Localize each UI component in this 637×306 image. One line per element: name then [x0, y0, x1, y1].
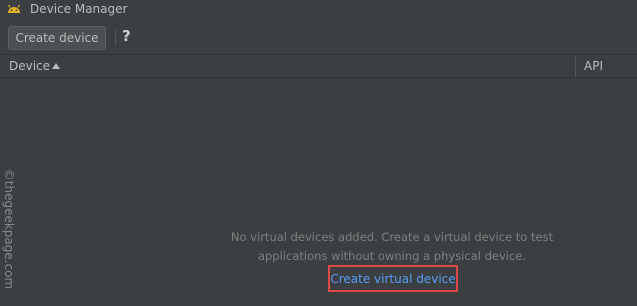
empty-state-line-1: No virtual devices added. Create a virtu…: [230, 230, 554, 244]
android-icon: [7, 4, 21, 13]
watermark: ©thegeekpage.com: [2, 168, 16, 290]
column-separator[interactable]: [575, 55, 576, 77]
device-manager-window: Device Manager Create device ? Device AP…: [0, 0, 637, 306]
empty-state-message: No virtual devices added. Create a virtu…: [230, 228, 554, 266]
window-title: Device Manager: [30, 2, 128, 16]
title-bar: Device Manager: [0, 0, 637, 22]
create-virtual-device-link[interactable]: Create virtual device: [328, 265, 458, 292]
create-device-button[interactable]: Create device: [8, 26, 106, 50]
device-list: No virtual devices added. Create a virtu…: [0, 78, 637, 306]
toolbar: Create device ?: [0, 22, 637, 54]
toolbar-separator: [115, 30, 116, 46]
column-header-api[interactable]: API: [584, 59, 603, 73]
help-icon[interactable]: ?: [122, 27, 131, 45]
empty-state-line-2: applications without owning a physical d…: [257, 249, 527, 263]
table-header: Device API: [0, 54, 637, 78]
sort-ascending-icon[interactable]: [52, 63, 60, 69]
column-header-device[interactable]: Device: [9, 59, 50, 73]
